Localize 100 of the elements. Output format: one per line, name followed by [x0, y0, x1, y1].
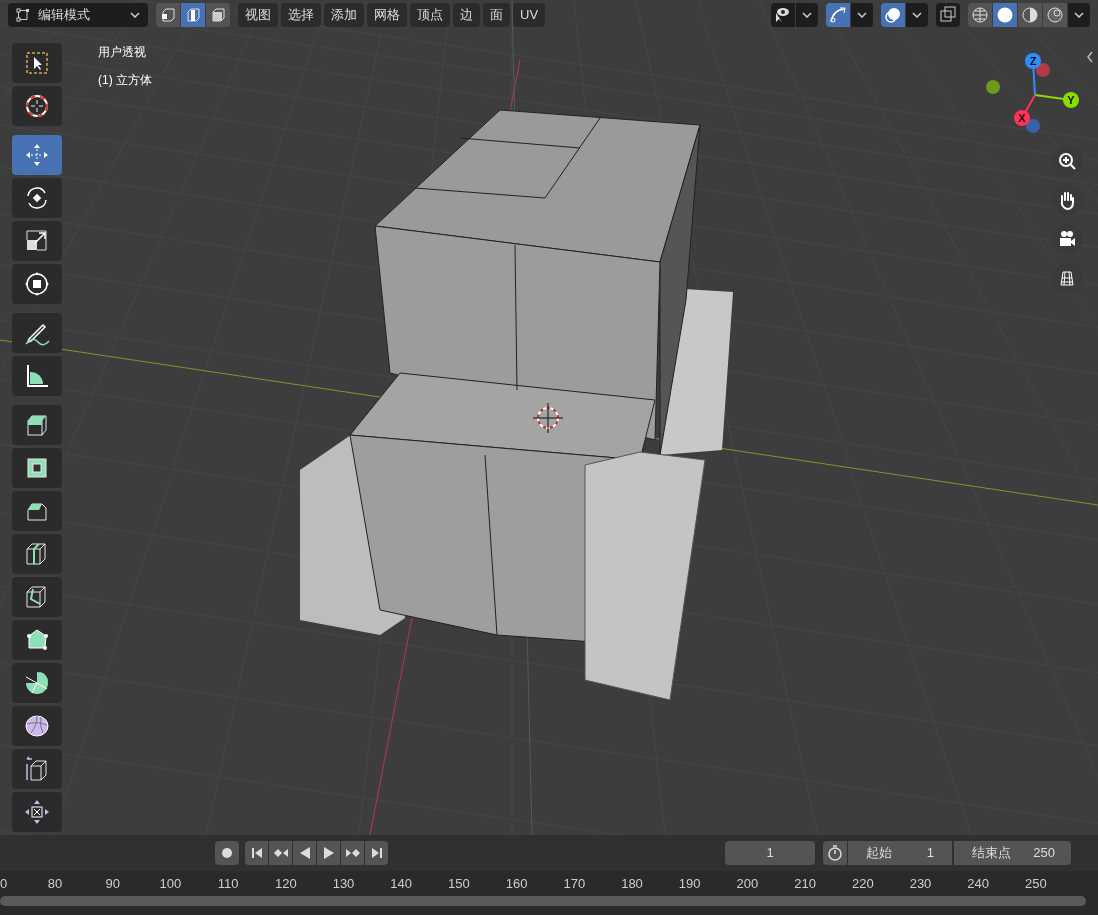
transform-tool-button[interactable] — [12, 264, 62, 304]
gizmo-toggle-button[interactable] — [826, 3, 850, 27]
material-shading-button[interactable] — [1018, 3, 1042, 27]
overlay-icon — [883, 5, 903, 25]
jump-start-button[interactable] — [245, 841, 268, 865]
rendered-shading-icon — [1046, 6, 1064, 24]
menu-item[interactable]: 网格 — [367, 3, 407, 27]
solid-shading-button[interactable] — [993, 3, 1017, 27]
start-frame-value: 1 — [926, 844, 934, 863]
zoom-icon — [1057, 151, 1077, 171]
end-frame-value: 250 — [1033, 844, 1055, 863]
stopwatch-button[interactable] — [823, 841, 847, 865]
extrude-tool-button[interactable] — [12, 405, 62, 445]
visibility-toggle-button[interactable] — [771, 3, 795, 27]
bevel-tool-button[interactable] — [12, 491, 62, 531]
edge-select-mode-button[interactable] — [181, 3, 205, 27]
axis-handle[interactable]: Y — [1034, 92, 1079, 108]
cursor-tool-button[interactable] — [12, 86, 62, 126]
frame-number: 170 — [563, 875, 586, 893]
frame-number: 0 — [0, 875, 8, 893]
jump-end-button[interactable] — [365, 841, 388, 865]
wireframe-shading-button[interactable] — [968, 3, 992, 27]
frame-number: 210 — [794, 875, 816, 893]
overlay-toggle-button[interactable] — [881, 3, 905, 27]
previous-keyframe-button[interactable] — [269, 841, 292, 865]
camera-icon — [1057, 229, 1077, 249]
frame-number: 120 — [274, 875, 297, 893]
chevron-down-icon — [857, 12, 867, 18]
rotate-tool-button[interactable] — [12, 178, 62, 218]
measure-tool-button[interactable] — [12, 356, 62, 396]
frame-number: 190 — [678, 875, 701, 893]
mode-icon — [16, 8, 30, 22]
record-button[interactable] — [215, 841, 239, 865]
annotate-tool-button[interactable] — [12, 313, 62, 353]
frame-number: 200 — [736, 875, 759, 893]
frame-number: 250 — [1025, 875, 1047, 893]
smooth-tool-button[interactable] — [12, 706, 62, 746]
menu-item[interactable]: 选择 — [281, 3, 321, 27]
frame-number: 100 — [159, 875, 182, 893]
menu-item[interactable]: 边 — [453, 3, 480, 27]
shrink-tool-button[interactable] — [12, 792, 62, 832]
menu-item[interactable]: 面 — [483, 3, 510, 27]
next-keyframe-button[interactable] — [341, 841, 364, 865]
3d-cursor-icon — [532, 402, 564, 434]
scale-tool-button[interactable] — [12, 221, 62, 261]
cursor-icon — [23, 92, 51, 120]
frame-number: 140 — [390, 875, 413, 893]
dropdown-button[interactable] — [851, 3, 873, 27]
spin-icon — [23, 669, 51, 697]
menu-item[interactable]: 视图 — [238, 3, 278, 27]
negative-axis-handle[interactable] — [1026, 119, 1040, 133]
frame-number: 80 — [47, 875, 63, 893]
start-frame-label: 起始 — [866, 844, 892, 863]
axis-handle[interactable]: Z — [1025, 53, 1041, 96]
end-frame-field[interactable]: 结束点 250 — [954, 841, 1071, 865]
timeline-scrollbar[interactable] — [0, 896, 1086, 906]
face-select-icon — [210, 7, 226, 23]
menu-item[interactable]: 顶点 — [410, 3, 450, 27]
select-box-tool-button[interactable] — [12, 43, 62, 83]
end-frame-label: 结束点 — [972, 844, 1011, 863]
menu-item[interactable]: 添加 — [324, 3, 364, 27]
spin-tool-button[interactable] — [12, 663, 62, 703]
frame-number: 150 — [448, 875, 470, 893]
shrink-icon — [23, 798, 51, 826]
record-icon — [221, 847, 233, 859]
vertex-select-mode-button[interactable] — [156, 3, 180, 27]
frame-number: 230 — [909, 875, 932, 893]
chevron-down-icon — [912, 12, 922, 18]
edge-slide-tool-button[interactable] — [12, 749, 62, 789]
dropdown-button[interactable] — [1068, 3, 1090, 27]
transform-icon — [23, 270, 51, 298]
current-frame-field[interactable]: 1 — [725, 841, 815, 865]
poly-build-tool-button[interactable] — [12, 620, 62, 660]
xray-toggle-button[interactable] — [936, 3, 960, 27]
negative-axis-handle[interactable] — [986, 80, 1000, 94]
chevron-down-icon — [130, 12, 140, 18]
vertex-select-icon — [160, 7, 176, 23]
inset-tool-button[interactable] — [12, 448, 62, 488]
loop-cut-tool-button[interactable] — [12, 534, 62, 574]
dropdown-button[interactable] — [906, 3, 928, 27]
play-reverse-button[interactable] — [293, 841, 316, 865]
knife-tool-button[interactable] — [12, 577, 62, 617]
view-name: 用户透视 — [98, 44, 147, 61]
chevron-down-icon — [1074, 12, 1084, 18]
edge-select-icon — [185, 7, 201, 23]
frame-number: 160 — [505, 875, 528, 893]
frame-number: 90 — [105, 875, 120, 893]
axis-handle[interactable]: X — [1014, 94, 1036, 126]
mode-dropdown[interactable]: 编辑模式 — [8, 3, 148, 27]
face-select-mode-button[interactable] — [206, 3, 230, 27]
xray-icon — [938, 5, 958, 25]
negative-axis-handle[interactable] — [1036, 63, 1050, 77]
menu-item[interactable]: UV — [513, 3, 546, 27]
solid-shading-icon — [996, 6, 1014, 24]
dropdown-button[interactable] — [796, 3, 818, 27]
gizmo-icon — [828, 5, 848, 25]
play-button[interactable] — [317, 841, 340, 865]
start-frame-field[interactable]: 起始 1 — [848, 841, 952, 865]
rendered-shading-button[interactable] — [1043, 3, 1067, 27]
object-name: (1) 立方体 — [98, 72, 152, 89]
